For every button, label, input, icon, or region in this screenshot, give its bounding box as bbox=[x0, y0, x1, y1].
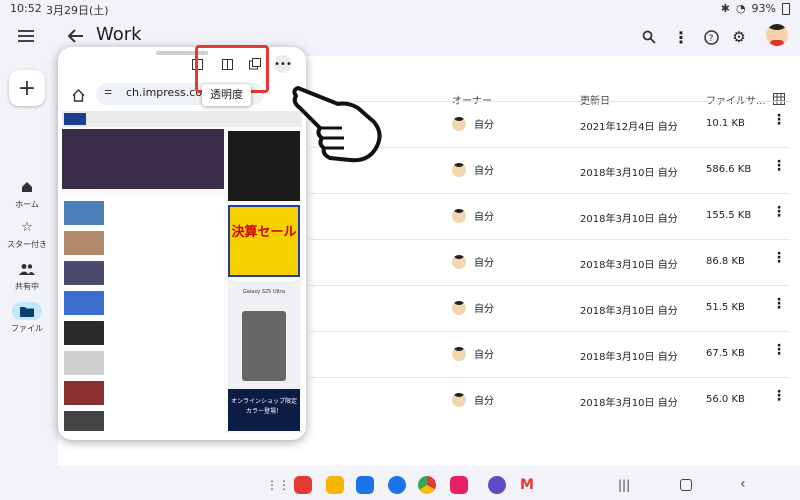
pointing-hand-icon bbox=[292, 86, 382, 163]
back-arrow-icon[interactable] bbox=[64, 24, 88, 48]
avatar bbox=[452, 300, 466, 315]
people-icon bbox=[12, 260, 42, 278]
rail-item-shared[interactable]: 共有中 bbox=[0, 260, 54, 292]
owner-cell: 自分 bbox=[452, 300, 494, 315]
size-cell: 86.8 KB bbox=[706, 256, 745, 267]
updated-cell: 2018年3月10日 自分 bbox=[580, 352, 678, 363]
avatar bbox=[452, 254, 466, 269]
article-list bbox=[62, 197, 224, 434]
popup-browser-window[interactable]: ••• ⚌ ch.impress.co.j 決算セール Galaxy S25 U… bbox=[58, 47, 306, 440]
site-header bbox=[62, 111, 302, 127]
rail-item-starred[interactable]: ☆ スター付き bbox=[0, 218, 54, 250]
updated-cell: 2021年12月4日 自分 bbox=[580, 122, 678, 133]
more-vert-icon[interactable]: ⋮ bbox=[772, 158, 786, 174]
svg-text:?: ? bbox=[708, 34, 713, 44]
updated-cell: 2018年3月10日 自分 bbox=[580, 398, 678, 409]
settings-gear-icon[interactable]: ⚙ bbox=[728, 26, 750, 48]
page-title: Work bbox=[96, 24, 142, 45]
table-row[interactable]: 自分 2018年3月10日 自分 155.5 KB ⋮ bbox=[310, 193, 790, 240]
avatar bbox=[452, 392, 466, 407]
table-row[interactable]: 自分 2018年3月10日 自分 56.0 KB ⋮ bbox=[310, 377, 790, 424]
folder-icon bbox=[12, 302, 42, 320]
plus-icon: + bbox=[17, 75, 37, 101]
owner-cell: 自分 bbox=[452, 162, 494, 177]
camera-app-icon[interactable] bbox=[450, 476, 468, 494]
files-app-icon[interactable] bbox=[326, 476, 344, 494]
home-icon bbox=[12, 178, 42, 196]
size-cell: 586.6 KB bbox=[706, 164, 752, 175]
rail-item-label: 共有中 bbox=[15, 282, 39, 291]
avatar bbox=[452, 116, 466, 131]
table-row[interactable]: 自分 2018年3月10日 自分 86.8 KB ⋮ bbox=[310, 239, 790, 286]
hero-image bbox=[62, 129, 224, 189]
table-row[interactable]: 自分 2018年3月10日 自分 51.5 KB ⋮ bbox=[310, 285, 790, 332]
chrome-app-icon[interactable] bbox=[418, 476, 436, 494]
more-vert-icon[interactable]: ⋮ bbox=[772, 342, 786, 358]
messages-app-icon[interactable] bbox=[388, 476, 406, 494]
avatar bbox=[452, 346, 466, 361]
site-logo bbox=[64, 113, 86, 125]
owner-cell: 自分 bbox=[452, 208, 494, 223]
calendar-app-icon[interactable] bbox=[356, 476, 374, 494]
table-row[interactable]: 自分 2018年3月10日 自分 67.5 KB ⋮ bbox=[310, 331, 790, 378]
rail-item-label: ホーム bbox=[15, 200, 39, 209]
back-button-icon[interactable]: ‹ bbox=[740, 476, 746, 492]
help-icon[interactable]: ? bbox=[700, 26, 722, 48]
avatar bbox=[452, 208, 466, 223]
web-page-content[interactable]: 決算セール Galaxy S25 Ultra オンラインショップ限定カラー登場！ bbox=[62, 111, 302, 434]
bluetooth-icon: ✱ bbox=[720, 2, 730, 15]
transparency-tooltip[interactable]: 透明度 bbox=[202, 84, 251, 106]
star-icon: ☆ bbox=[21, 219, 33, 235]
menu-icon[interactable] bbox=[14, 24, 38, 48]
more-vert-icon[interactable]: ⋮ bbox=[772, 388, 786, 404]
more-vert-icon[interactable]: ⋮ bbox=[772, 112, 786, 128]
owner-cell: 自分 bbox=[452, 392, 494, 407]
size-cell: 155.5 KB bbox=[706, 210, 752, 221]
more-horiz-icon[interactable]: ••• bbox=[274, 55, 292, 73]
gmail-app-icon[interactable]: M bbox=[520, 477, 534, 493]
site-settings-icon[interactable]: ⚌ bbox=[104, 87, 112, 97]
flipboard-app-icon[interactable] bbox=[294, 476, 312, 494]
more-vert-icon[interactable]: ⋮ bbox=[772, 250, 786, 266]
search-icon[interactable] bbox=[638, 26, 660, 48]
size-cell: 51.5 KB bbox=[706, 302, 745, 313]
rail-item-files[interactable]: ファイル bbox=[0, 302, 54, 334]
updated-cell: 2018年3月10日 自分 bbox=[580, 214, 678, 225]
status-bar: 10:52 3月29日(土) ✱ ◔ 93% bbox=[0, 0, 800, 18]
updated-cell: 2018年3月10日 自分 bbox=[580, 260, 678, 271]
more-vert-icon[interactable]: ⋮ bbox=[670, 26, 692, 48]
owner-cell: 自分 bbox=[452, 254, 494, 269]
owner-cell: 自分 bbox=[452, 346, 494, 361]
rail-item-home[interactable]: ホーム bbox=[0, 178, 54, 210]
battery-level: 93% bbox=[751, 2, 776, 15]
ad-banner-sale[interactable]: 決算セール bbox=[228, 205, 300, 277]
rail-item-label: ファイル bbox=[11, 324, 43, 333]
navigation-rail: + ホーム ☆ スター付き 共有中 ファイル bbox=[0, 60, 56, 470]
wifi-icon: ◔ bbox=[735, 2, 746, 15]
new-button[interactable]: + bbox=[9, 70, 45, 106]
owner-cell: 自分 bbox=[452, 116, 494, 131]
updated-cell: 2018年3月10日 自分 bbox=[580, 306, 678, 317]
updated-cell: 2018年3月10日 自分 bbox=[580, 168, 678, 179]
size-cell: 56.0 KB bbox=[706, 394, 745, 405]
app-icon[interactable] bbox=[488, 476, 506, 494]
home-button-icon[interactable] bbox=[680, 479, 692, 491]
size-cell: 67.5 KB bbox=[706, 348, 745, 359]
status-icons: ✱ ◔ 93% bbox=[721, 2, 790, 15]
rail-item-label: スター付き bbox=[7, 240, 47, 249]
clock: 10:52 bbox=[10, 2, 42, 15]
recents-icon[interactable]: ||| bbox=[618, 478, 630, 492]
more-vert-icon[interactable]: ⋮ bbox=[772, 296, 786, 312]
size-cell: 10.1 KB bbox=[706, 118, 745, 129]
ad-banner-galaxy[interactable]: Galaxy S25 Ultra オンラインショップ限定カラー登場！ bbox=[228, 281, 300, 431]
more-vert-icon[interactable]: ⋮ bbox=[772, 204, 786, 220]
battery-icon bbox=[782, 2, 790, 15]
date: 3月29日(土) bbox=[46, 4, 109, 17]
avatar bbox=[452, 162, 466, 177]
home-icon[interactable] bbox=[70, 87, 86, 103]
account-avatar[interactable] bbox=[766, 24, 788, 46]
